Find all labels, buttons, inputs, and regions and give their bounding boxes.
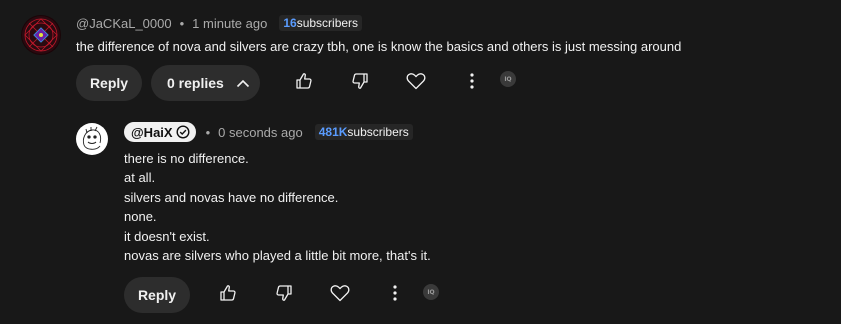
reply-button-label: Reply <box>137 287 177 303</box>
dislike-button[interactable] <box>272 283 296 307</box>
reply-text-line: none. <box>124 209 157 225</box>
more-vert-icon <box>393 284 397 306</box>
more-actions-button[interactable] <box>460 71 484 95</box>
comment-text: the difference of nova and silvers are c… <box>76 39 682 54</box>
like-button[interactable] <box>216 283 240 307</box>
heart-button[interactable] <box>328 283 352 307</box>
more-vert-icon <box>470 72 474 94</box>
more-actions-button[interactable] <box>383 283 407 307</box>
reply-button[interactable]: Reply <box>76 65 142 101</box>
reply-text-line: novas are silvers who played a little bi… <box>124 248 431 264</box>
toggle-replies-button[interactable]: 0 replies <box>151 65 260 101</box>
reply-author-handle[interactable]: @HaiX <box>124 122 196 142</box>
reply-text: there is no difference. at all. silvers … <box>124 149 431 265</box>
subscriber-count: 16 <box>283 16 297 30</box>
subscriber-badge: 481Ksubscribers <box>314 124 413 140</box>
reply-button[interactable]: Reply <box>124 277 190 313</box>
replies-count-label: 0 replies <box>167 75 224 91</box>
reply-meta: @HaiX • 0 seconds ago 481Ksubscribers <box>124 121 413 143</box>
reply-text-line: there is no difference. <box>124 151 249 166</box>
thumbs-down-icon <box>274 283 294 308</box>
meta-separator: • <box>205 124 211 140</box>
reply-button-label: Reply <box>89 75 129 91</box>
subscriber-label: subscribers <box>296 16 359 30</box>
comment-meta: @JaCKaL_0000 • 1 minute ago 16subscriber… <box>76 14 363 32</box>
thumbs-up-icon <box>294 71 314 96</box>
heart-icon <box>405 71 427 96</box>
reply-avatar[interactable] <box>76 123 108 155</box>
extension-badge-icon[interactable]: IQ <box>423 284 439 300</box>
comment-timestamp[interactable]: 1 minute ago <box>192 16 267 31</box>
reply-author-handle-text: @HaiX <box>131 124 173 140</box>
thumbs-down-icon <box>350 71 370 96</box>
heart-button[interactable] <box>404 71 428 95</box>
dislike-button[interactable] <box>348 71 372 95</box>
reply-text-line: silvers and novas have no difference. <box>124 189 339 205</box>
heart-icon <box>329 283 351 308</box>
subscriber-badge: 16subscribers <box>279 15 363 31</box>
subscriber-label: subscribers <box>347 125 409 139</box>
like-button[interactable] <box>292 71 316 95</box>
thumbs-up-icon <box>218 283 238 308</box>
reply-text-line: it doesn't exist. <box>124 228 210 244</box>
comment-author-handle[interactable]: @JaCKaL_0000 <box>76 16 172 31</box>
chevron-up-icon <box>236 78 250 88</box>
extension-badge-icon[interactable]: IQ <box>500 71 516 87</box>
reply-text-line: at all. <box>124 170 156 186</box>
subscriber-count: 481K <box>318 125 348 139</box>
verified-check-icon <box>176 125 190 139</box>
reply-timestamp[interactable]: 0 seconds ago <box>218 125 303 140</box>
comment-avatar[interactable] <box>21 15 61 55</box>
meta-separator: • <box>179 15 185 31</box>
